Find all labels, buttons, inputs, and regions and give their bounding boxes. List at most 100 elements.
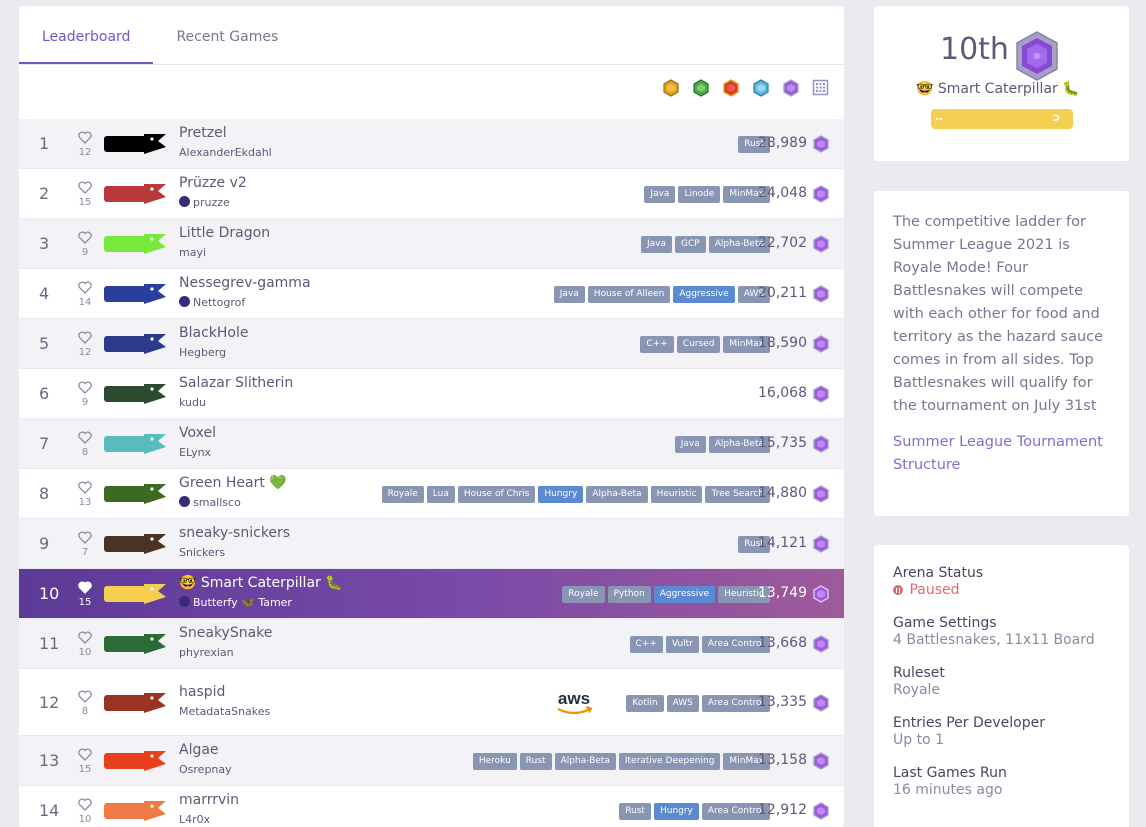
tag[interactable]: AWS: [666, 694, 699, 712]
snake-name[interactable]: haspid: [179, 684, 225, 700]
snake-name[interactable]: Little Dragon: [179, 225, 270, 241]
snake-author[interactable]: phyrexian: [179, 646, 234, 659]
tab-recent-games[interactable]: Recent Games: [153, 6, 301, 64]
tag[interactable]: Linode: [678, 186, 721, 203]
tag[interactable]: House of Chris: [457, 486, 536, 503]
heart-icon[interactable]: [78, 181, 92, 194]
tag[interactable]: Java: [553, 286, 585, 303]
tag[interactable]: Cursed: [676, 336, 721, 353]
snake-author[interactable]: mayi: [179, 246, 206, 259]
leaderboard-row[interactable]: 7 8 Voxel ELynx Java Alpha-Beta 15,735: [19, 419, 844, 469]
heart-icon[interactable]: [78, 531, 92, 544]
heart-icon[interactable]: [78, 798, 92, 811]
purple-gem-icon[interactable]: [782, 79, 800, 97]
tournament-structure-link[interactable]: Summer League Tournament Structure: [893, 431, 1110, 477]
building-grid-icon[interactable]: [812, 79, 829, 96]
my-snake-name[interactable]: 🤓 Smart Caterpillar 🐛: [916, 81, 1080, 97]
tag[interactable]: GCP: [675, 236, 706, 253]
red-gem-icon[interactable]: [722, 79, 740, 97]
leaderboard-row[interactable]: 5 12 BlackHole Hegberg C++ Cursed MinMax 1…: [19, 319, 844, 369]
rank-number: 5: [39, 334, 50, 353]
leaderboard-row[interactable]: 4 14 Nessegrev-gamma Nettogrof Java House…: [19, 269, 844, 319]
heart-icon[interactable]: [78, 431, 92, 444]
tag[interactable]: Aggressive: [673, 286, 735, 303]
leaderboard-row[interactable]: 9 7 sneaky-snickers Snickers Rust 14,121: [19, 519, 844, 569]
snake-name[interactable]: Nessegrev-gamma: [179, 275, 311, 291]
snake-name[interactable]: marrrvin: [179, 792, 239, 808]
snake-name[interactable]: sneaky-snickers: [179, 525, 290, 541]
purple-gem-icon: [813, 135, 829, 153]
tag[interactable]: Hungry: [538, 486, 584, 503]
heart-icon[interactable]: [78, 281, 92, 294]
tag[interactable]: C++: [629, 636, 663, 653]
leaderboard-row[interactable]: 11 10 SneakySnake phyrexian C++ Vultr Area…: [19, 619, 844, 669]
snake-name[interactable]: Voxel: [179, 425, 216, 441]
pause-icon: [893, 585, 903, 595]
tag[interactable]: Lua: [426, 486, 455, 503]
heart-icon[interactable]: [78, 381, 92, 394]
tag[interactable]: House of Alleen: [587, 286, 671, 303]
tag[interactable]: Kotlin: [626, 694, 664, 712]
tag[interactable]: Java: [641, 236, 673, 253]
heart-icon[interactable]: [78, 331, 92, 344]
heart-icon[interactable]: [78, 689, 92, 703]
leaderboard-row[interactable]: 8 13 Green Heart 💚 smallsco Royale Lua Hou…: [19, 469, 844, 519]
snake-author[interactable]: ELynx: [179, 446, 211, 459]
blue-gem-icon[interactable]: [752, 79, 770, 97]
green-gem-icon[interactable]: [692, 79, 710, 97]
snake-name[interactable]: Green Heart 💚: [179, 475, 287, 491]
leaderboard-row[interactable]: 14 10 marrrvin L4r0x Rust Hungry Area Cont…: [19, 786, 844, 827]
snake-author[interactable]: AlexanderEkdahl: [179, 146, 272, 159]
tag[interactable]: Alpha-Beta: [586, 486, 648, 503]
heart-icon[interactable]: [78, 631, 92, 644]
heart-icon[interactable]: [78, 131, 92, 144]
snake-author[interactable]: smallsco: [179, 496, 241, 509]
snake-author[interactable]: Nettogrof: [179, 296, 245, 309]
snake-author[interactable]: pruzze: [179, 196, 230, 209]
heart-icon[interactable]: [78, 231, 92, 244]
snake-author[interactable]: Hegberg: [179, 346, 226, 359]
tag-list: C++ Vultr Area Control: [629, 636, 770, 653]
tag[interactable]: Vultr: [665, 636, 699, 653]
tag[interactable]: Python: [607, 586, 651, 603]
leaderboard-row[interactable]: 13 15 Algae Osrepnay Heroku Rust Alpha-Bet…: [19, 736, 844, 786]
snake-name[interactable]: BlackHole: [179, 325, 248, 341]
tag[interactable]: Heroku: [472, 753, 517, 770]
leaderboard-row[interactable]: 3 9 Little Dragon mayi Java GCP Alpha-Beta…: [19, 219, 844, 269]
tag[interactable]: Rust: [519, 753, 552, 770]
tag[interactable]: Aggressive: [653, 586, 716, 603]
heart-icon[interactable]: [78, 581, 92, 594]
leaderboard-row[interactable]: 10 15 🤓 Smart Caterpillar 🐛 Butterfy 🦋 T…: [19, 569, 844, 619]
snake-author[interactable]: kudu: [179, 396, 206, 409]
snake-author[interactable]: MetadataSnakes: [179, 705, 270, 718]
tag[interactable]: C++: [640, 336, 674, 353]
snake-author[interactable]: Snickers: [179, 546, 225, 559]
heart-icon[interactable]: [78, 481, 92, 494]
snake-name[interactable]: Salazar Slitherin: [179, 375, 293, 391]
snake-name[interactable]: Pretzel: [179, 125, 227, 141]
tag[interactable]: Rust: [619, 803, 651, 820]
leaderboard-row[interactable]: 1 12 Pretzel AlexanderEkdahl Rust 28,989: [19, 119, 844, 169]
gold-gem-icon[interactable]: [662, 79, 680, 97]
snake-author[interactable]: Osrepnay: [179, 763, 232, 776]
purple-gem-icon: [813, 585, 829, 603]
snake-name[interactable]: 🤓 Smart Caterpillar 🐛: [179, 575, 343, 591]
heart-icon[interactable]: [78, 748, 92, 761]
snake-name[interactable]: SneakySnake: [179, 625, 272, 641]
tag[interactable]: Iterative Deepening: [618, 753, 721, 770]
tag[interactable]: Alpha-Beta: [554, 753, 616, 770]
snake-author[interactable]: L4r0x: [179, 813, 210, 826]
tag[interactable]: Java: [674, 436, 706, 453]
tab-leaderboard[interactable]: Leaderboard: [19, 6, 154, 64]
tag[interactable]: Heuristic: [650, 486, 703, 503]
tag[interactable]: Hungry: [653, 803, 699, 820]
tag[interactable]: Java: [644, 186, 676, 203]
tag[interactable]: Royale: [381, 486, 424, 503]
leaderboard-row[interactable]: 6 9 Salazar Slitherin kudu 16,068: [19, 369, 844, 419]
leaderboard-row[interactable]: 12 8 haspid MetadataSnakes aws Kotlin AWS…: [19, 669, 844, 736]
tag[interactable]: Royale: [562, 586, 605, 603]
leaderboard-row[interactable]: 2 15 Prüzze v2 pruzze Java Linode MinMax 2…: [19, 169, 844, 219]
snake-name[interactable]: Algae: [179, 742, 219, 758]
snake-author[interactable]: Butterfy 🦋 Tamer: [179, 596, 292, 609]
snake-name[interactable]: Prüzze v2: [179, 175, 247, 191]
